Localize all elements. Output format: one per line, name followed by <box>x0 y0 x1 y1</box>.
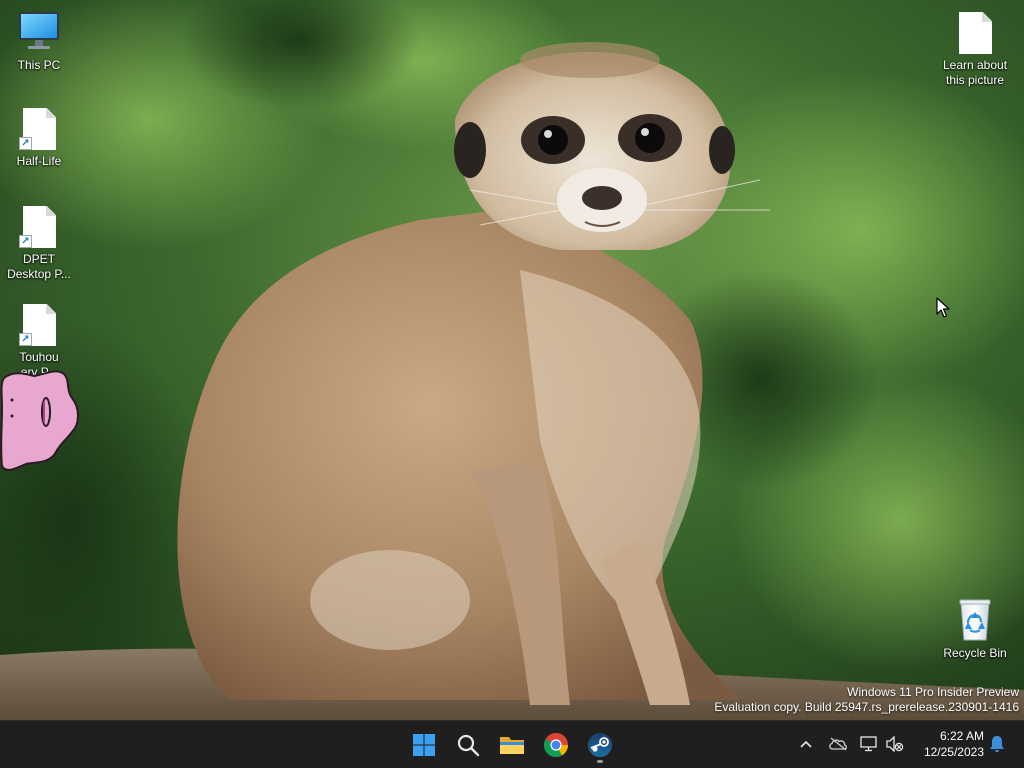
recycle-bin-icon <box>951 596 999 644</box>
desktop-icon-label: Half-Life <box>16 154 62 168</box>
taskbar-clock[interactable]: 6:22 AM 12/25/2023 <box>924 728 984 760</box>
desktop-icon-label: Recycle Bin <box>943 646 1007 660</box>
tray-onedrive[interactable] <box>827 733 849 755</box>
folder-icon <box>500 737 524 754</box>
volume-muted-icon <box>886 736 904 752</box>
onedrive-offline-icon <box>829 737 847 751</box>
chevron-up-icon <box>800 740 812 748</box>
windows-start-icon <box>413 734 435 756</box>
clock-date: 12/25/2023 <box>923 745 984 759</box>
tray-show-hidden-icons[interactable] <box>795 733 817 755</box>
desktop-icon-half-life[interactable]: ↗ Half-Life <box>1 104 77 169</box>
steam-icon <box>588 733 612 757</box>
desktop-icon-learn-about-picture[interactable]: Learn about this picture <box>937 8 1013 88</box>
tray-volume[interactable] <box>884 733 906 755</box>
desktop-icon-recycle-bin[interactable]: Recycle Bin <box>937 596 1013 661</box>
mouse-pointer-icon <box>936 297 950 324</box>
file-icon <box>951 8 999 56</box>
wallpaper <box>0 0 1024 720</box>
notification-center-button[interactable] <box>986 733 1008 755</box>
desktop-icon-this-pc[interactable]: This PC <box>1 8 77 73</box>
shortcut-arrow-icon: ↗ <box>19 333 32 346</box>
shortcut-arrow-icon: ↗ <box>19 137 32 150</box>
watermark-line-1: Windows 11 Pro Insider Preview <box>847 685 1019 699</box>
evaluation-watermark: Windows 11 Pro Insider Preview Evaluatio… <box>714 685 1019 715</box>
ditto-desktop-pet[interactable] <box>0 368 80 479</box>
clock-time: 6:22 AM <box>939 729 984 743</box>
file-shortcut-icon: ↗ <box>15 202 63 250</box>
chrome-icon <box>544 732 568 758</box>
running-indicator <box>597 760 603 763</box>
tray-network[interactable] <box>858 733 880 755</box>
taskbar-steam[interactable] <box>580 725 620 765</box>
desktop-icon-label: Learn about this picture <box>942 58 1008 87</box>
taskbar-start-button[interactable] <box>404 725 444 765</box>
taskbar: 6:22 AM 12/25/2023 <box>0 720 1024 768</box>
monitor-icon <box>15 8 63 56</box>
bell-icon <box>990 736 1004 752</box>
taskbar-search-button[interactable] <box>448 725 488 765</box>
desktop-icon-label: This PC <box>17 58 61 72</box>
desktop-icon-dpet[interactable]: ↗ DPET Desktop P... <box>1 202 77 282</box>
taskbar-file-explorer[interactable] <box>492 725 532 765</box>
network-icon <box>860 736 877 752</box>
watermark-line-2: Evaluation copy. Build 25947.rs_prerelea… <box>714 700 1019 714</box>
file-shortcut-icon: ↗ <box>15 104 63 152</box>
search-icon <box>457 734 480 757</box>
file-shortcut-icon: ↗ <box>15 300 63 348</box>
taskbar-chrome[interactable] <box>536 725 576 765</box>
desktop-icon-label: DPET Desktop P... <box>7 252 71 281</box>
shortcut-arrow-icon: ↗ <box>19 235 32 248</box>
